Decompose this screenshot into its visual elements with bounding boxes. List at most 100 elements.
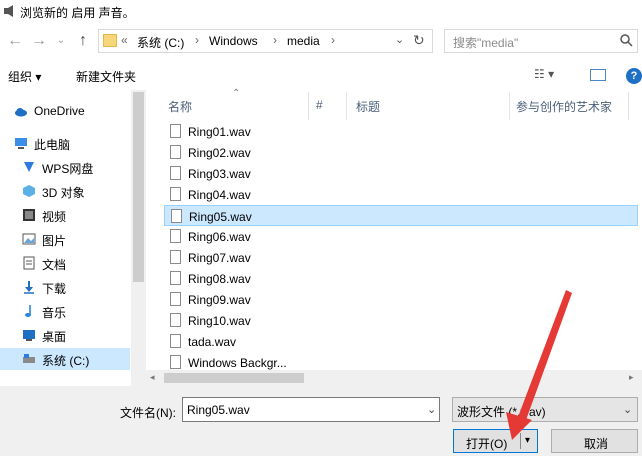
file-row[interactable]: Ring10.wav	[164, 310, 638, 331]
breadcrumb-separator[interactable]: ›	[195, 33, 199, 47]
nav-item-wps[interactable]: WPS网盘	[0, 156, 130, 178]
cloud-drive-icon	[24, 162, 34, 172]
column-header-name[interactable]: 名称	[168, 98, 192, 120]
nav-item-music[interactable]: 音乐	[0, 300, 130, 322]
nav-label: 文档	[42, 258, 67, 272]
search-input[interactable]: 搜索"media"	[453, 34, 518, 51]
column-divider[interactable]	[346, 92, 347, 120]
column-divider[interactable]	[509, 92, 510, 120]
file-row[interactable]: Ring02.wav	[164, 142, 638, 163]
recent-dropdown-icon[interactable]: ⌄	[50, 31, 72, 51]
file-icon	[170, 124, 181, 138]
pictures-icon	[22, 233, 36, 245]
title-bar: 浏览新的 启用 声音。	[0, 0, 642, 24]
open-button-label: 打开(O)	[466, 437, 508, 451]
file-name: Ring06.wav	[188, 230, 251, 244]
file-icon	[170, 166, 181, 180]
column-header-title[interactable]: 标题	[356, 98, 380, 120]
file-row[interactable]: Ring08.wav	[164, 268, 638, 289]
open-button[interactable]: 打开(O) ▾	[453, 429, 538, 453]
scroll-left-icon[interactable]: ◂	[150, 372, 155, 383]
search-icon[interactable]	[619, 33, 633, 47]
scroll-right-icon[interactable]: ▸	[629, 372, 634, 383]
speaker-icon	[4, 5, 13, 17]
filename-field[interactable]: Ring05.wav ⌄	[182, 397, 440, 422]
file-icon	[170, 334, 181, 348]
nav-item-documents[interactable]: 文档	[0, 252, 130, 274]
file-row[interactable]: Ring05.wav	[164, 205, 638, 226]
file-icon	[170, 187, 181, 201]
file-row[interactable]: Ring06.wav	[164, 226, 638, 247]
refresh-icon[interactable]: ↻	[413, 32, 425, 49]
chevron-down-icon[interactable]: ⌄	[395, 33, 404, 46]
column-header-artist[interactable]: 参与创作的艺术家	[516, 98, 612, 120]
file-row[interactable]: Ring07.wav	[164, 247, 638, 268]
column-header-number[interactable]: #	[316, 98, 323, 120]
nav-item-onedrive[interactable]: OneDrive	[0, 100, 130, 122]
file-row[interactable]: Ring04.wav	[164, 184, 638, 205]
file-name: Ring03.wav	[188, 167, 251, 181]
nav-label: 下载	[42, 282, 67, 296]
breadcrumb-media[interactable]: media	[287, 34, 320, 48]
column-divider[interactable]	[308, 92, 309, 120]
filetype-select[interactable]: 波形文件 (*.wav) ⌄	[452, 397, 638, 422]
file-row[interactable]: Ring09.wav	[164, 289, 638, 310]
address-bar[interactable]: « 系统 (C:) › Windows › media › ⌄ ↻	[98, 29, 433, 53]
new-folder-button[interactable]: 新建文件夹	[76, 68, 136, 85]
breadcrumb-separator[interactable]: ›	[331, 33, 335, 47]
forward-arrow-icon[interactable]: →	[28, 31, 50, 51]
sort-up-icon: ⌃	[232, 88, 241, 99]
overflow-chevron[interactable]: «	[121, 33, 128, 47]
nav-item-desktop[interactable]: 桌面	[0, 324, 130, 346]
file-icon	[170, 292, 181, 306]
file-name: Ring05.wav	[189, 210, 252, 224]
nav-item-videos[interactable]: 视频	[0, 204, 130, 226]
breadcrumb-drive[interactable]: 系统 (C:)	[137, 34, 184, 51]
file-name: Windows Backgr...	[188, 356, 287, 370]
file-icon	[170, 229, 181, 243]
file-name: Ring09.wav	[188, 293, 251, 307]
file-icon	[170, 250, 181, 264]
file-row[interactable]: Ring01.wav	[164, 121, 638, 142]
cancel-button[interactable]: 取消	[551, 429, 638, 453]
window-title: 浏览新的 启用 声音。	[20, 6, 135, 20]
computer-icon	[15, 138, 27, 149]
nav-label: OneDrive	[34, 104, 85, 118]
onedrive-icon	[15, 108, 27, 117]
search-box[interactable]: 搜索"media"	[444, 29, 638, 53]
preview-pane-icon[interactable]	[590, 69, 606, 81]
open-options-icon[interactable]: ▾	[525, 435, 530, 446]
file-name: tada.wav	[188, 335, 237, 349]
file-name: Ring08.wav	[188, 272, 251, 286]
column-divider[interactable]	[628, 92, 629, 120]
file-name: Ring04.wav	[188, 188, 251, 202]
breadcrumb-windows[interactable]: Windows	[209, 34, 258, 48]
file-row[interactable]: tada.wav	[164, 331, 638, 352]
nav-label: 3D 对象	[42, 186, 85, 200]
organize-button[interactable]: 组织 ▾	[8, 68, 41, 85]
nav-scrollbar-thumb[interactable]	[133, 92, 144, 282]
filename-value[interactable]: Ring05.wav	[187, 403, 250, 417]
nav-item-3d[interactable]: 3D 对象	[0, 180, 130, 202]
change-view-button[interactable]: ☷ ▾	[534, 67, 554, 81]
download-icon	[24, 281, 34, 294]
chevron-down-icon[interactable]: ⌄	[427, 403, 436, 416]
nav-item-drive-c[interactable]: 系统 (C:)	[0, 348, 130, 370]
breadcrumb-separator[interactable]: ›	[273, 33, 277, 47]
nav-item-downloads[interactable]: 下载	[0, 276, 130, 298]
up-arrow-icon[interactable]: ↑	[72, 31, 94, 51]
filetype-value[interactable]: 波形文件 (*.wav)	[457, 403, 546, 420]
nav-item-this-pc[interactable]: 此电脑	[0, 132, 130, 154]
file-icon	[170, 145, 181, 159]
back-arrow-icon[interactable]: ←	[4, 31, 26, 51]
nav-label: 系统 (C:)	[42, 354, 90, 368]
file-row[interactable]: Ring03.wav	[164, 163, 638, 184]
nav-label: 此电脑	[34, 138, 71, 152]
horizontal-scrollbar-thumb[interactable]	[164, 373, 304, 383]
chevron-down-icon[interactable]: ⌄	[623, 403, 632, 416]
file-icon	[170, 313, 181, 327]
nav-item-pictures[interactable]: 图片	[0, 228, 130, 250]
help-icon[interactable]: ?	[626, 68, 642, 84]
nav-label: 音乐	[42, 306, 67, 320]
filename-label: 文件名(N):	[120, 406, 176, 420]
